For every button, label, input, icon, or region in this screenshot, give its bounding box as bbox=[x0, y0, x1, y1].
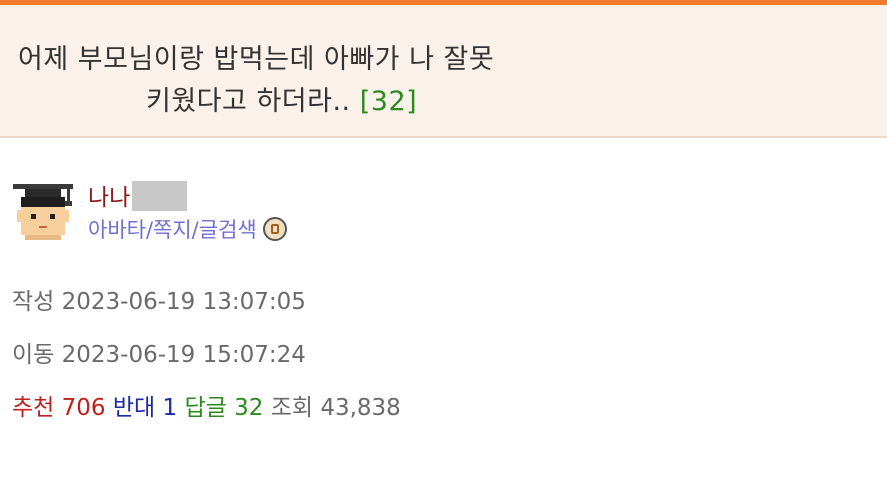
written-datetime: 작성 2023-06-19 13:07:05 bbox=[12, 282, 306, 316]
recommend-count: 706 bbox=[61, 395, 106, 421]
moved-datetime: 이동 2023-06-19 15:07:24 bbox=[12, 335, 306, 369]
author-links-text[interactable]: 아바타/쪽지/글검색 bbox=[88, 218, 257, 242]
written-value: 2023-06-19 13:07:05 bbox=[61, 289, 306, 315]
written-label: 작성 bbox=[12, 289, 55, 315]
post-title-line2: 키웠다고 하더라.. [32] bbox=[146, 79, 417, 118]
post-title-line2-text: 키웠다고 하더라.. bbox=[146, 86, 351, 117]
author-links: 아바타/쪽지/글검색 bbox=[88, 214, 287, 244]
moved-label: 이동 bbox=[12, 342, 55, 368]
title-reply-count[interactable]: [32] bbox=[360, 86, 417, 117]
name-redaction-block bbox=[132, 181, 188, 211]
post-title-line1: 어제 부모님이랑 밥먹는데 아빠가 나 잘못 bbox=[18, 44, 495, 75]
views-count: 43,838 bbox=[320, 395, 401, 421]
reply-count: 32 bbox=[234, 395, 264, 421]
author-name-text[interactable]: 나나 bbox=[88, 185, 130, 211]
post-page: 어제 부모님이랑 밥먹는데 아빠가 나 잘못 키웠다고 하더라.. [32] 나… bbox=[0, 0, 887, 495]
oppose-label: 반대 bbox=[112, 395, 156, 421]
author-name[interactable]: 나나 bbox=[88, 178, 188, 212]
post-title-box: 어제 부모님이랑 밥먹는데 아빠가 나 잘못 키웠다고 하더라.. [32] bbox=[0, 5, 887, 138]
oppose-count: 1 bbox=[162, 395, 178, 421]
reply-label: 답글 bbox=[184, 395, 227, 421]
views-label: 조회 bbox=[270, 395, 314, 421]
post-stats: 추천 706 반대 1 답글 32 조회 43,838 bbox=[12, 388, 401, 422]
graduate-avatar-icon[interactable] bbox=[11, 180, 75, 244]
moved-value: 2023-06-19 15:07:24 bbox=[61, 342, 306, 368]
level-badge-icon bbox=[262, 217, 287, 241]
recommend-label: 추천 bbox=[12, 395, 55, 421]
